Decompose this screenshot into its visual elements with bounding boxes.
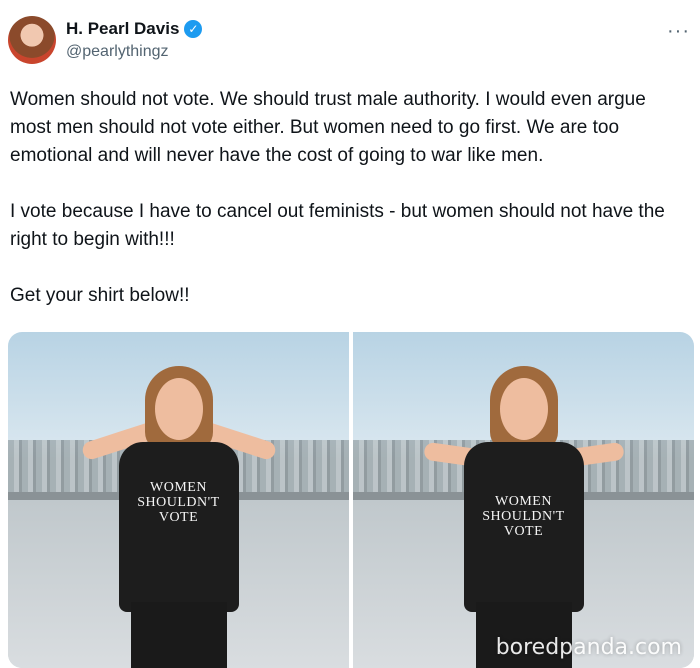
tweet-text: Women should not vote. We should trust m… xyxy=(10,86,686,338)
tweet-media[interactable]: WOMEN SHOULDN'T VOTE WOMEN SHOULDN'T VOT… xyxy=(8,332,694,668)
author-handle[interactable]: @pearlythingz xyxy=(66,43,169,61)
tweet-paragraph-2: I vote because I have to cancel out femi… xyxy=(10,201,665,250)
photo-left[interactable]: WOMEN SHOULDN'T VOTE xyxy=(8,332,349,668)
tweet-paragraph-3: Get your shirt below!! xyxy=(10,285,190,306)
verified-badge-icon: ✓ xyxy=(184,20,203,38)
shirt: WOMEN SHOULDN'T VOTE xyxy=(463,442,584,612)
tweet-header: H. Pearl Davis ✓ @pearlythingz ··· xyxy=(8,16,692,72)
shirt: WOMEN SHOULDN'T VOTE xyxy=(118,442,239,612)
tweet-paragraph-1: Women should not vote. We should trust m… xyxy=(10,89,646,166)
author-name[interactable]: H. Pearl Davis xyxy=(66,19,179,39)
photo-right[interactable]: WOMEN SHOULDN'T VOTE boredpanda.com xyxy=(353,332,694,668)
person-figure: WOMEN SHOULDN'T VOTE xyxy=(79,352,279,668)
avatar[interactable] xyxy=(8,16,56,64)
person-figure: WOMEN SHOULDN'T VOTE xyxy=(422,352,625,668)
shirt-text: WOMEN SHOULDN'T VOTE xyxy=(482,494,565,539)
author-name-row: H. Pearl Davis ✓ xyxy=(66,19,203,39)
face xyxy=(499,378,548,440)
shirt-text: WOMEN SHOULDN'T VOTE xyxy=(137,480,220,525)
face xyxy=(154,378,203,440)
more-icon[interactable]: ··· xyxy=(667,20,690,43)
watermark: boredpanda.com xyxy=(495,635,682,660)
